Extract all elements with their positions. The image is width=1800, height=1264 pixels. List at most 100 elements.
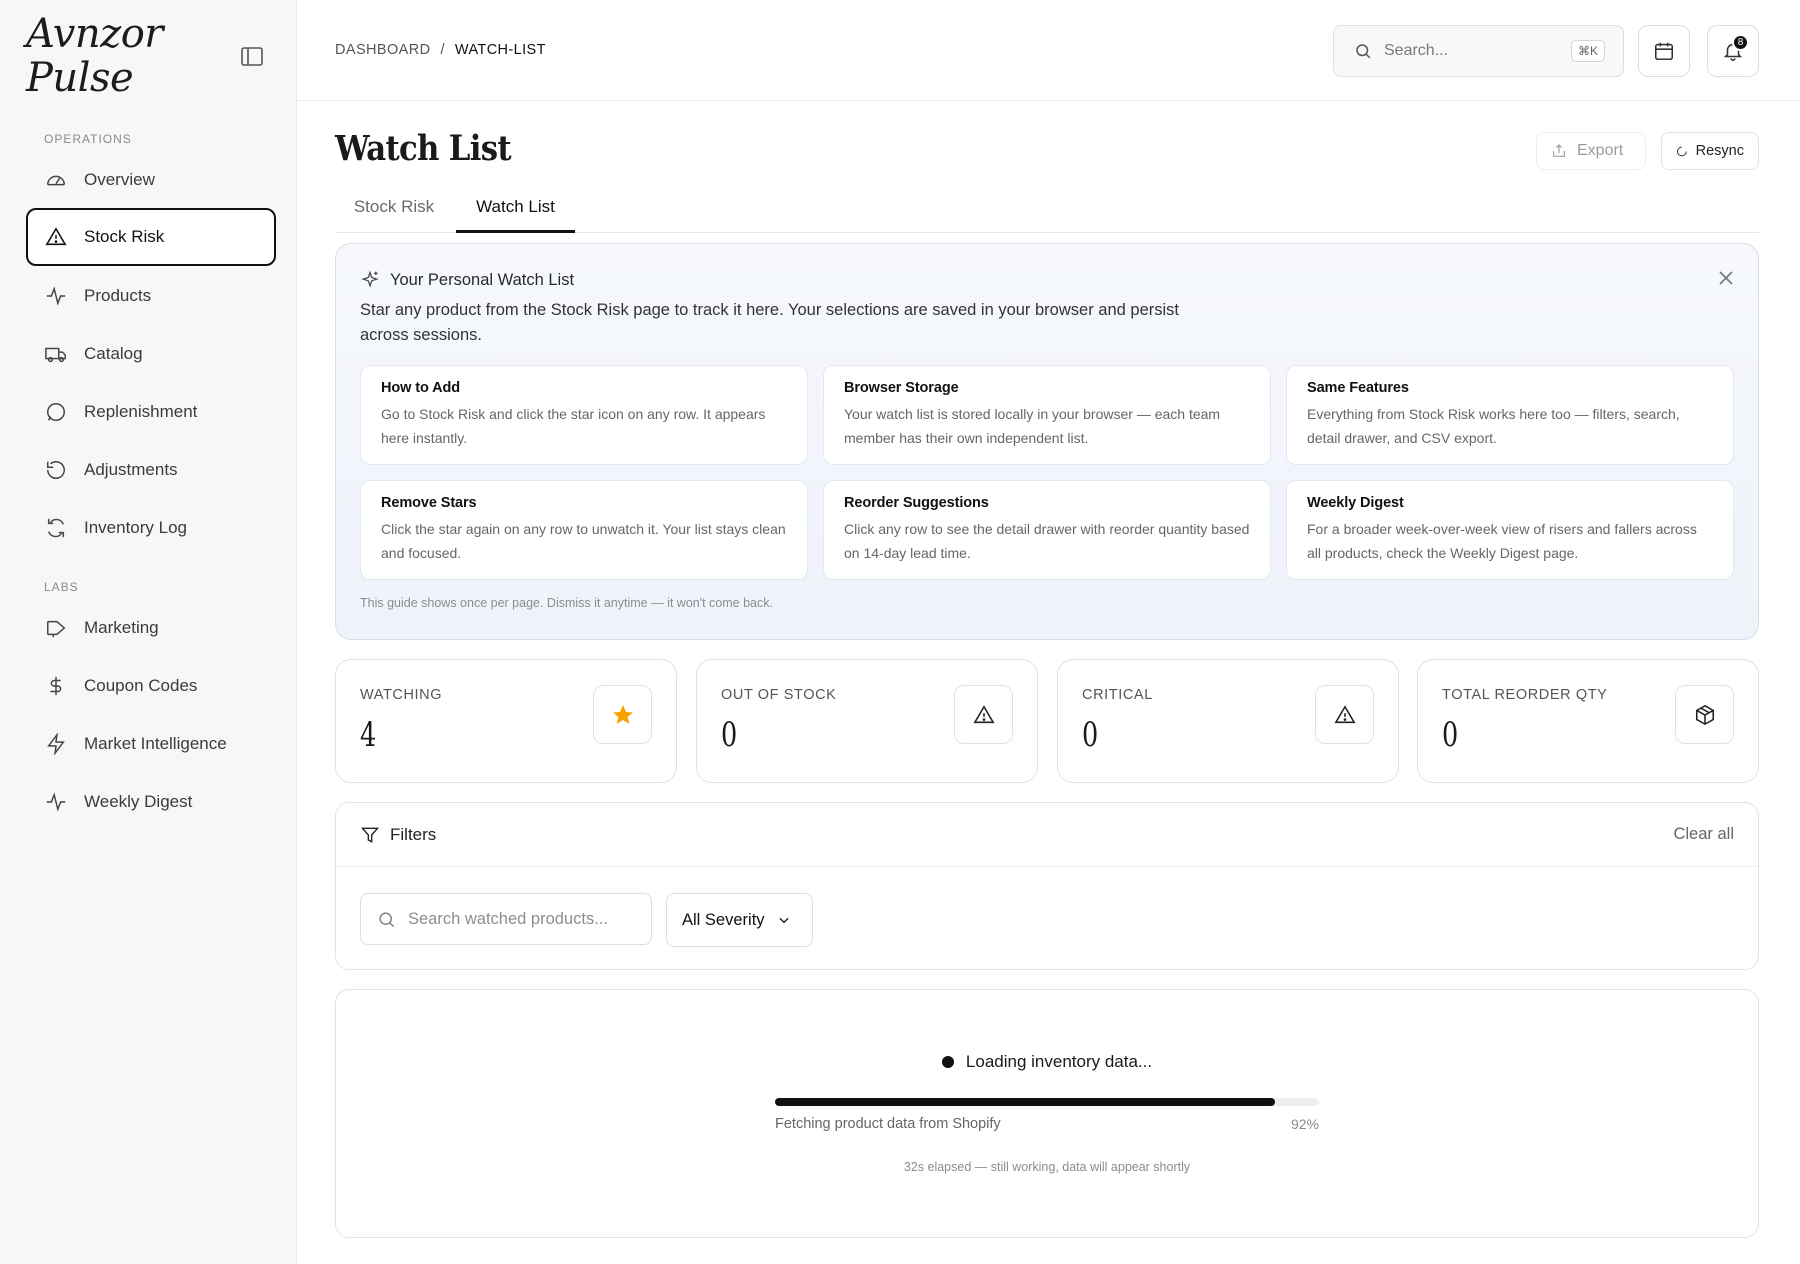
card-body: Go to Stock Risk and click the star icon… [381, 406, 766, 446]
breadcrumb-current: WATCH-LIST [454, 42, 546, 58]
sidebar-item-label: Inventory Log [84, 518, 188, 537]
section-label-operations: OPERATIONS [44, 132, 132, 146]
severity-select[interactable]: All Severity [666, 893, 813, 947]
star-icon [612, 704, 633, 724]
sidebar-item-catalog[interactable]: Catalog [26, 325, 276, 383]
sidebar-item-marketing[interactable]: Marketing [26, 599, 276, 657]
truck-icon [44, 342, 68, 366]
message-circle-icon [44, 400, 68, 424]
card-title: Reorder Suggestions [844, 495, 989, 511]
sparkles-icon [361, 270, 379, 288]
warning-triangle-icon [44, 225, 68, 249]
card-title: Browser Storage [844, 380, 959, 396]
loading-title: Loading inventory data... [965, 1052, 1153, 1071]
guide-footer-note: This guide shows once per page. Dismiss … [360, 596, 773, 610]
export-label: Export [1577, 142, 1624, 159]
sidebar-item-overview[interactable]: Overview [26, 151, 276, 209]
card-body: Your watch list is stored locally in you… [844, 406, 1221, 446]
undo-icon [44, 458, 68, 482]
sidebar-item-label: Adjustments [84, 460, 178, 479]
stat-card-out-of-stock: OUT OF STOCK 0 [696, 659, 1038, 783]
loading-dot-icon [941, 1056, 954, 1068]
guide-title: Your Personal Watch List [390, 270, 575, 289]
sidebar-toggle-icon[interactable] [240, 46, 264, 68]
sidebar-item-market-intelligence[interactable]: Market Intelligence [26, 715, 276, 773]
notifications-button[interactable]: 8 [1707, 25, 1759, 77]
sidebar-item-coupon-codes[interactable]: Coupon Codes [26, 657, 276, 715]
guide-card-weekly-digest: Weekly Digest For a broader week-over-we… [1286, 480, 1734, 580]
sidebar-item-label: Stock Risk [84, 227, 165, 246]
stat-card-watching: WATCHING 4 [335, 659, 677, 783]
stat-icon-badge [1315, 685, 1374, 744]
card-body: Everything from Stock Risk works here to… [1307, 406, 1680, 446]
resync-button[interactable]: Resync [1661, 132, 1759, 170]
sidebar-item-replenishment[interactable]: Replenishment [26, 383, 276, 441]
sidebar-item-products[interactable]: Products [26, 267, 276, 325]
package-icon [1695, 704, 1714, 725]
sidebar-item-inventory-log[interactable]: Inventory Log [26, 499, 276, 557]
app-logo[interactable]: Avnzor Pulse [26, 10, 163, 102]
guide-card-reorder-suggestions: Reorder Suggestions Click any row to see… [823, 480, 1271, 580]
filters-title: Filters [390, 824, 437, 844]
search-shortcut: ⌘K [1570, 40, 1605, 62]
stat-icon-badge [1675, 685, 1734, 744]
notification-count-badge: 8 [1732, 34, 1749, 51]
tab-stock-risk[interactable]: Stock Risk [335, 188, 453, 233]
logo-word: Avnzor [26, 11, 163, 57]
calendar-button[interactable] [1638, 25, 1690, 77]
calendar-icon [1654, 42, 1674, 61]
activity-icon [44, 284, 68, 308]
clear-all-button[interactable]: Clear all [1673, 825, 1734, 844]
topbar: DASHBOARD / WATCH-LIST Search... ⌘K 8 [297, 0, 1800, 101]
loading-title-row: Loading inventory data... [336, 1052, 1758, 1072]
tab-watch-list[interactable]: Watch List [456, 188, 575, 233]
stat-label: WATCHING [360, 687, 443, 703]
guide-card-same-features: Same Features Everything from Stock Risk… [1286, 365, 1734, 465]
guide-description: Star any product from the Stock Risk pag… [360, 301, 1179, 344]
gauge-icon [44, 168, 68, 192]
guide-card-remove-stars: Remove Stars Click the star again on any… [360, 480, 808, 580]
stat-icon-badge [593, 685, 652, 744]
breadcrumb: DASHBOARD / WATCH-LIST [335, 42, 546, 58]
card-body: For a broader week-over-week view of ris… [1307, 521, 1697, 561]
loading-panel: Loading inventory data... Fetching produ… [335, 989, 1759, 1238]
stat-value: 4 [360, 715, 377, 755]
sidebar-item-label: Overview [84, 170, 155, 189]
watch-list-guide: Your Personal Watch List Star any produc… [335, 243, 1759, 640]
chevron-down-icon [778, 917, 789, 924]
export-button[interactable]: Export [1536, 132, 1646, 170]
main-content: DASHBOARD / WATCH-LIST Search... ⌘K 8 Wa… [297, 0, 1800, 1264]
close-icon[interactable] [1716, 268, 1736, 288]
sidebar-item-adjustments[interactable]: Adjustments [26, 441, 276, 499]
stat-label: TOTAL REORDER QTY [1442, 687, 1608, 703]
severity-selected-value: All Severity [682, 910, 765, 929]
sidebar-item-label: Replenishment [84, 402, 198, 421]
progress-percent: 92% [1290, 1116, 1319, 1132]
sidebar-item-label: Market Intelligence [84, 734, 227, 753]
stat-label: OUT OF STOCK [721, 687, 837, 703]
card-title: Weekly Digest [1307, 495, 1404, 511]
search-placeholder: Search watched products... [408, 909, 608, 928]
warning-triangle-icon [1333, 704, 1356, 723]
logo-word: Pulse [26, 55, 134, 101]
dollar-icon [44, 674, 68, 698]
global-search-input[interactable]: Search... ⌘K [1333, 25, 1624, 77]
stat-card-total-reorder-qty: TOTAL REORDER QTY 0 [1417, 659, 1759, 783]
loading-spinner-icon [1676, 146, 1687, 156]
elapsed-status: 32s elapsed — still working, data will a… [903, 1160, 1191, 1174]
breadcrumb-root[interactable]: DASHBOARD [335, 42, 430, 58]
watched-products-search-input[interactable]: Search watched products... [360, 893, 652, 945]
progress-bar-fill [775, 1098, 1276, 1106]
search-icon [1356, 44, 1371, 59]
sidebar-item-label: Marketing [84, 618, 159, 637]
megaphone-icon [44, 616, 68, 640]
sidebar-item-stock-risk[interactable]: Stock Risk [26, 208, 276, 266]
sidebar-item-weekly-digest[interactable]: Weekly Digest [26, 773, 276, 831]
search-icon [379, 911, 395, 927]
activity-icon [44, 790, 68, 814]
sidebar-item-label: Coupon Codes [84, 676, 198, 695]
filters-header: Filters Clear all [336, 803, 1758, 867]
page-title: Watch List [335, 128, 512, 169]
section-label-labs: LABS [44, 580, 79, 594]
stat-card-critical: CRITICAL 0 [1057, 659, 1399, 783]
